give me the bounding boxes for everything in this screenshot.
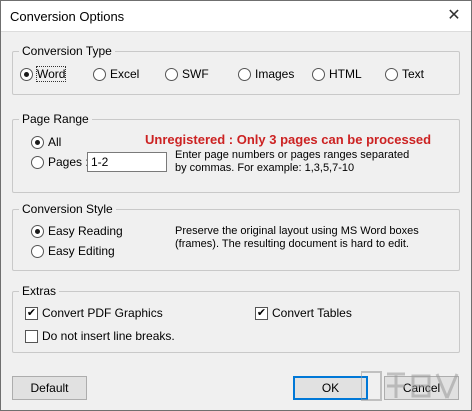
radio-easy-reading[interactable]: Easy Reading	[31, 222, 123, 240]
radio-page-selection[interactable]: Pages :	[31, 153, 89, 171]
radio-excel-label: Excel	[110, 67, 140, 81]
radio-pages-label: Pages :	[48, 155, 89, 169]
page-range-help: Enter page numbers or pages ranges separ…	[175, 149, 409, 175]
radio-excel-indicator[interactable]	[93, 67, 106, 81]
radio-word-label: Word	[35, 66, 67, 82]
checkbox-no-line-breaks-label: Do not insert line breaks.	[42, 329, 175, 343]
radio-all-pages[interactable]: All	[31, 133, 61, 151]
radio-html-label: HTML	[329, 67, 362, 81]
extras-legend: Extras	[19, 283, 60, 299]
checkbox-no-line-breaks[interactable]: Do not insert line breaks.	[25, 327, 175, 345]
close-icon[interactable]: ✕	[443, 5, 465, 27]
watermark-logo-icon	[361, 371, 459, 401]
radio-easy-editing-label: Easy Editing	[48, 244, 115, 258]
radio-html[interactable]: HTML	[312, 65, 362, 83]
radio-text-indicator[interactable]	[385, 67, 398, 81]
conversion-style-help-line2: (frames). The resulting document is hard…	[175, 238, 409, 250]
conversion-style-help: Preserve the original layout using MS Wo…	[175, 225, 419, 251]
conversion-type-group: Conversion Type Word Excel SWF Images HT…	[12, 43, 460, 95]
radio-all-indicator[interactable]	[31, 135, 44, 149]
title-bar: Conversion Options ✕	[1, 1, 471, 32]
radio-all-label: All	[48, 135, 62, 149]
checkbox-convert-pdf-graphics-label: Convert PDF Graphics	[42, 306, 163, 320]
radio-easy-reading-label: Easy Reading	[48, 224, 123, 238]
radio-html-indicator[interactable]	[312, 67, 325, 81]
conversion-style-legend: Conversion Style	[19, 201, 116, 217]
checkbox-convert-pdf-graphics[interactable]: ✔ Convert PDF Graphics	[25, 304, 163, 322]
radio-swf[interactable]: SWF	[165, 65, 209, 83]
checkbox-convert-pdf-graphics-box[interactable]: ✔	[25, 306, 38, 320]
radio-pages-indicator[interactable]	[31, 155, 44, 169]
radio-images[interactable]: Images	[238, 65, 294, 83]
radio-word-indicator[interactable]	[20, 67, 33, 81]
radio-word[interactable]: Word	[20, 65, 67, 83]
radio-swf-label: SWF	[182, 67, 209, 81]
radio-images-label: Images	[255, 67, 295, 81]
pages-input[interactable]: 1-2	[87, 152, 167, 172]
radio-swf-indicator[interactable]	[165, 67, 178, 81]
radio-easy-editing[interactable]: Easy Editing	[31, 242, 115, 260]
radio-text[interactable]: Text	[385, 65, 424, 83]
radio-excel[interactable]: Excel	[93, 65, 139, 83]
conversion-style-group: Conversion Style Easy Reading Easy Editi…	[12, 201, 460, 271]
conversion-style-help-line1: Preserve the original layout using MS Wo…	[175, 225, 419, 237]
checkbox-convert-tables[interactable]: ✔ Convert Tables	[255, 304, 352, 322]
page-range-help-line2: by commas. For example: 1,3,5,7-10	[175, 162, 355, 174]
checkbox-convert-tables-label: Convert Tables	[272, 306, 352, 320]
extras-group: Extras ✔ Convert PDF Graphics ✔ Convert …	[12, 283, 460, 353]
unregistered-warning: Unregistered : Only 3 pages can be proce…	[145, 132, 432, 147]
radio-easy-reading-indicator[interactable]	[31, 224, 44, 238]
conversion-type-legend: Conversion Type	[19, 43, 115, 59]
radio-text-label: Text	[402, 67, 425, 81]
checkbox-no-line-breaks-box[interactable]	[25, 329, 38, 343]
page-range-group: Page Range Unregistered : Only 3 pages c…	[12, 111, 460, 193]
default-button[interactable]: Default	[12, 376, 87, 400]
radio-images-indicator[interactable]	[238, 67, 251, 81]
page-range-help-line1: Enter page numbers or pages ranges separ…	[175, 149, 410, 161]
checkbox-convert-tables-box[interactable]: ✔	[255, 306, 268, 320]
window-title: Conversion Options	[10, 9, 125, 24]
radio-easy-editing-indicator[interactable]	[31, 244, 44, 258]
ok-button[interactable]: OK	[293, 376, 368, 400]
conversion-options-dialog: Conversion Options ✕ Conversion Type Wor…	[0, 0, 472, 411]
page-range-legend: Page Range	[19, 111, 92, 127]
